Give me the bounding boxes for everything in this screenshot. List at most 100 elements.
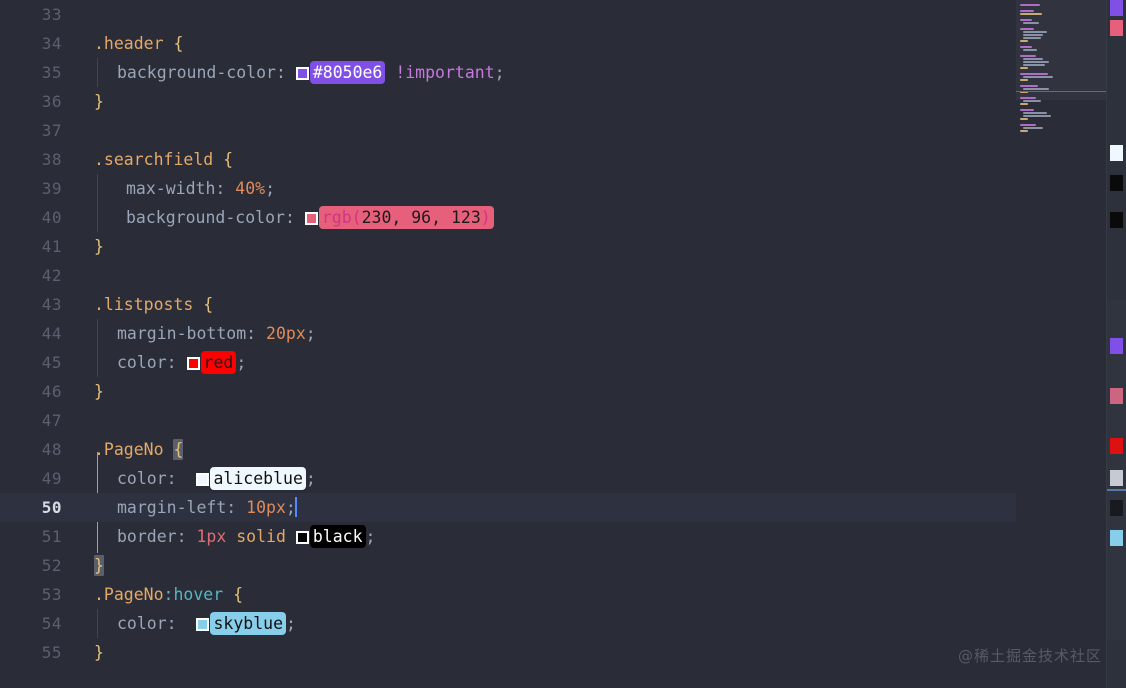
line-number: 45: [41, 353, 62, 372]
color-decorator-named[interactable]: skyblue: [210, 612, 287, 635]
code-line[interactable]: 35 background-color: #8050e6 !important;: [0, 58, 1016, 87]
css-selector: .searchfield: [94, 150, 214, 169]
line-content: }: [94, 87, 104, 116]
code-line[interactable]: 41 }: [0, 232, 1016, 261]
css-property: color: [117, 469, 167, 488]
code-editor-window: 33 34 .header { 35 background-color: #80…: [0, 0, 1126, 688]
code-line[interactable]: 34 .header {: [0, 29, 1016, 58]
semicolon: ;: [305, 324, 316, 343]
code-line[interactable]: 54 color: skyblue;: [0, 609, 1016, 638]
line-number: 44: [41, 324, 62, 343]
code-line[interactable]: 33: [0, 0, 1016, 29]
line-number: 35: [41, 63, 62, 82]
semicolon: ;: [494, 63, 505, 82]
open-brace: {: [173, 34, 184, 53]
css-value-style: solid: [236, 527, 286, 546]
line-number: 46: [41, 382, 62, 401]
ruler-color-mark: [1110, 338, 1123, 354]
minimap-line: [1023, 127, 1043, 129]
color-swatch-icon[interactable]: [295, 67, 309, 80]
color-swatch-icon[interactable]: [196, 618, 210, 631]
ruler-current-line-mark: [1107, 489, 1126, 491]
minimap-line: [1020, 118, 1028, 120]
ruler-color-mark: [1110, 500, 1123, 516]
overview-ruler[interactable]: [1106, 0, 1126, 688]
line-content: }: [94, 551, 104, 580]
code-line[interactable]: 46 }: [0, 377, 1016, 406]
color-decorator-hex[interactable]: #8050e6: [309, 61, 386, 84]
minimap-line: [1023, 37, 1041, 39]
watermark-text: @稀土掘金技术社区: [957, 647, 1102, 665]
minimap-line: [1023, 100, 1041, 102]
editor-text-area[interactable]: 33 34 .header { 35 background-color: #80…: [0, 0, 1016, 688]
line-content: margin-bottom: 20px;: [117, 319, 316, 348]
color-decorator-named[interactable]: black: [309, 525, 366, 548]
minimap-line: [1020, 4, 1040, 6]
code-line[interactable]: 52 }: [0, 551, 1016, 580]
code-line[interactable]: 40 background-color: rgb(230, 96, 123): [0, 203, 1016, 232]
close-brace: }: [94, 92, 104, 111]
close-brace: }: [94, 382, 104, 401]
minimap-line: [1023, 64, 1045, 66]
color-decorator-rgb[interactable]: rgb(230, 96, 123): [318, 206, 494, 229]
indent-guide: [97, 203, 98, 232]
code-line[interactable]: 55 }: [0, 638, 1016, 667]
css-property: max-width: [126, 179, 216, 198]
code-line[interactable]: 43 .listposts {: [0, 290, 1016, 319]
css-property: margin-bottom: [117, 324, 247, 343]
minimap-line: [1020, 79, 1028, 81]
line-number: 47: [41, 411, 62, 430]
css-property: background-color: [126, 208, 285, 227]
code-line[interactable]: 47: [0, 406, 1016, 435]
code-line[interactable]: 39 max-width: 40%;: [0, 174, 1016, 203]
code-line[interactable]: 53 .PageNo:hover {: [0, 580, 1016, 609]
css-pseudo-class: :hover: [163, 585, 224, 604]
color-swatch-icon[interactable]: [186, 357, 200, 370]
code-line-current[interactable]: 50 margin-left: 10px;: [0, 493, 1016, 522]
code-line[interactable]: 48 .PageNo {: [0, 435, 1016, 464]
code-line[interactable]: 49 color: aliceblue;: [0, 464, 1016, 493]
line-number: 41: [41, 237, 62, 256]
code-line[interactable]: 44 margin-bottom: 20px;: [0, 319, 1016, 348]
minimap-line: [1020, 28, 1034, 30]
ruler-color-mark: [1110, 388, 1123, 404]
line-number: 33: [41, 5, 62, 24]
color-swatch-icon[interactable]: [196, 473, 210, 486]
important-keyword: !important: [395, 63, 495, 82]
indent-guide: [97, 174, 98, 203]
color-decorator-named[interactable]: red: [200, 351, 237, 374]
colon: :: [166, 614, 177, 633]
css-selector: .PageNo: [94, 585, 164, 604]
minimap-line: [1023, 112, 1047, 114]
line-number: 52: [41, 556, 62, 575]
ruler-color-mark: [1110, 0, 1123, 16]
code-line[interactable]: 45 color: red;: [0, 348, 1016, 377]
css-property: border: [117, 527, 177, 546]
line-number: 38: [41, 150, 62, 169]
open-brace: {: [203, 295, 214, 314]
minimap-line: [1020, 103, 1028, 105]
color-swatch-icon[interactable]: [304, 212, 318, 225]
minimap-line: [1020, 55, 1036, 57]
line-content: color: aliceblue;: [117, 464, 316, 493]
line-number: 51: [41, 527, 62, 546]
minimap-line: [1020, 130, 1028, 132]
code-line[interactable]: 38 .searchfield {: [0, 145, 1016, 174]
code-minimap[interactable]: [1016, 0, 1106, 688]
minimap-line: [1023, 76, 1053, 78]
color-swatch-icon[interactable]: [295, 531, 309, 544]
open-brace: {: [233, 585, 244, 604]
line-content: max-width: 40%;: [126, 174, 275, 203]
line-number: 39: [41, 179, 62, 198]
css-property: color: [117, 614, 167, 633]
code-line[interactable]: 51 border: 1px solid black;: [0, 522, 1016, 551]
semicolon: ;: [305, 469, 316, 488]
ruler-color-mark: [1110, 470, 1123, 486]
code-line[interactable]: 36 }: [0, 87, 1016, 116]
rgb-func-name: rgb(: [321, 208, 362, 227]
code-line[interactable]: 42: [0, 261, 1016, 290]
open-brace: {: [223, 150, 234, 169]
color-decorator-named[interactable]: aliceblue: [210, 467, 306, 490]
code-line[interactable]: 37: [0, 116, 1016, 145]
colon: :: [275, 63, 286, 82]
